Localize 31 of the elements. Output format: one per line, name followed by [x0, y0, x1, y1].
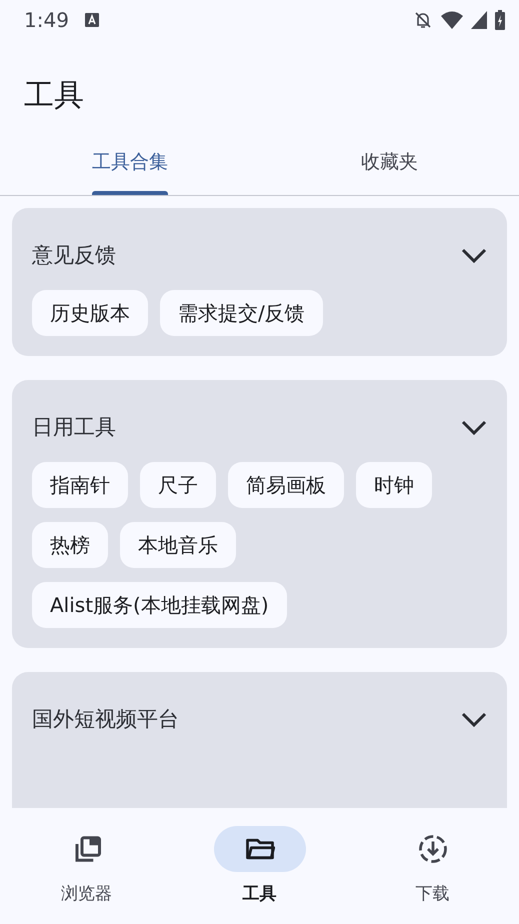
- tool-chip[interactable]: 尺子: [140, 462, 216, 508]
- section-title: 国外短视频平台: [32, 706, 179, 734]
- chevron-down-icon[interactable]: [461, 712, 487, 728]
- tool-chip[interactable]: 本地音乐: [120, 522, 236, 568]
- page-title: 工具: [24, 76, 84, 114]
- nav-label: 浏览器: [61, 883, 112, 906]
- status-time: 1:49: [24, 7, 69, 34]
- nav-tab[interactable]: 浏览器: [0, 808, 173, 924]
- keyboard-notification-icon: [84, 13, 99, 27]
- tool-chip[interactable]: 历史版本: [32, 290, 148, 336]
- chevron-down-icon[interactable]: [461, 420, 487, 436]
- tool-chip[interactable]: Alist服务(本地挂载网盘): [32, 582, 287, 628]
- nav-tab[interactable]: 工具: [173, 808, 346, 924]
- section-title: 意见反馈: [32, 242, 116, 270]
- battery-icon: [495, 10, 505, 30]
- download-icon: [418, 834, 448, 864]
- tool-chip[interactable]: 时钟: [356, 462, 432, 508]
- wifi-icon: [441, 11, 463, 29]
- tool-chip[interactable]: 需求提交/反馈: [160, 290, 323, 336]
- tab[interactable]: 工具合集: [0, 130, 260, 195]
- tab[interactable]: 收藏夹: [260, 130, 519, 195]
- chevron-down-icon[interactable]: [461, 248, 487, 264]
- tool-chip[interactable]: 指南针: [32, 462, 128, 508]
- nav-label: 下载: [416, 883, 450, 906]
- section-title: 日用工具: [32, 414, 116, 442]
- tool-chip[interactable]: 简易画板: [228, 462, 344, 508]
- bell-off-icon: [413, 10, 433, 30]
- signal-icon: [471, 11, 487, 29]
- nav-tab[interactable]: 下载: [346, 808, 519, 924]
- nav-label: 工具: [242, 883, 276, 906]
- tool-chip[interactable]: 热榜: [32, 522, 108, 568]
